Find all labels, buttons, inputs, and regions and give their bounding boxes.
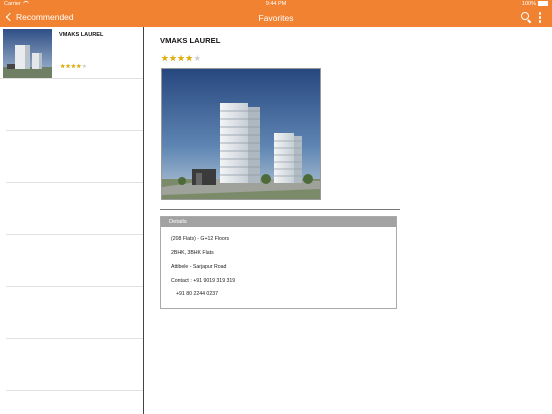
list-item-rating: ★★★★★ bbox=[60, 63, 87, 70]
empty-list-row bbox=[6, 183, 143, 235]
star-filled-icon: ★ bbox=[185, 53, 194, 63]
top-bar: Carrier 9:44 PM 100% Recommended Favorit… bbox=[0, 0, 552, 27]
battery-indicator: 100% bbox=[522, 1, 548, 7]
detail-title: VMAKS LAUREL bbox=[160, 36, 221, 45]
empty-list-row bbox=[6, 131, 143, 183]
star-empty-icon: ★ bbox=[81, 64, 87, 70]
empty-list-row bbox=[6, 287, 143, 339]
star-empty-icon: ★ bbox=[193, 53, 202, 63]
building-thumbnail bbox=[3, 29, 52, 78]
status-time: 9:44 PM bbox=[265, 1, 287, 7]
detail-contact-secondary[interactable]: +91 80 2244 0237 bbox=[176, 291, 218, 297]
empty-list-row bbox=[6, 79, 143, 131]
empty-list-row bbox=[6, 235, 143, 287]
more-vertical-icon[interactable] bbox=[538, 12, 542, 24]
empty-list-row bbox=[6, 339, 143, 391]
status-bar: Carrier 9:44 PM 100% bbox=[0, 0, 552, 9]
detail-configuration: 2BHK, 3BHK Flats bbox=[171, 250, 214, 256]
page-title: Favorites bbox=[258, 13, 294, 23]
app-window: Carrier 9:44 PM 100% Recommended Favorit… bbox=[0, 0, 552, 414]
nav-bar: Recommended Favorites bbox=[0, 9, 552, 27]
details-card: Details (208 Flats) - G+12 Floors 2BHK, … bbox=[160, 216, 397, 309]
favorites-list: VMAKS LAUREL ★★★★★ bbox=[0, 27, 144, 414]
detail-location: Attibele - Sarjapur Road bbox=[171, 264, 227, 270]
detail-contact-primary[interactable]: Contact : +91 9019 319 319 bbox=[171, 278, 235, 284]
battery-text: 100% bbox=[521, 1, 536, 7]
detail-panel: VMAKS LAUREL ★★★★★ Details (208 Flats) -… bbox=[145, 27, 552, 414]
detail-flats-floors: (208 Flats) - G+12 Floors bbox=[171, 236, 230, 242]
battery-icon bbox=[538, 1, 548, 6]
star-filled-icon: ★ bbox=[161, 53, 170, 63]
list-item[interactable]: VMAKS LAUREL ★★★★★ bbox=[0, 27, 143, 79]
detail-rating[interactable]: ★★★★★ bbox=[161, 53, 202, 64]
list-item-title: VMAKS LAUREL bbox=[59, 32, 104, 38]
divider bbox=[160, 209, 400, 210]
details-header: Details bbox=[161, 217, 396, 227]
building-photo[interactable] bbox=[161, 68, 321, 200]
search-icon[interactable] bbox=[521, 12, 532, 24]
